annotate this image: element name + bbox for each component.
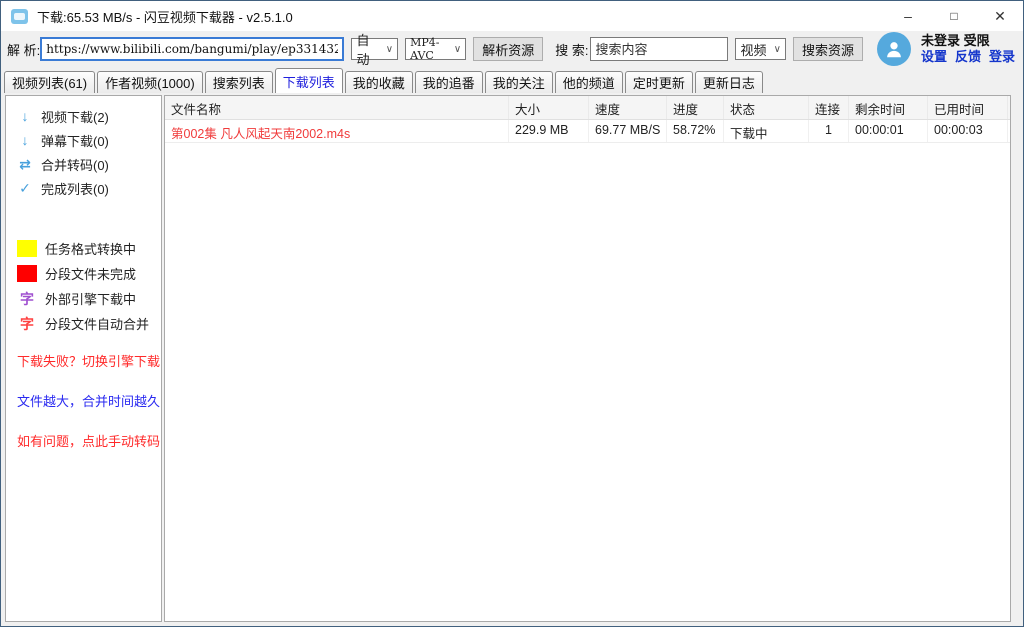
window-title: 下载:65.53 MB/s - 闪豆视频下载器 - v2.5.1.0: [37, 7, 293, 26]
sidebar-item-merge-transcode[interactable]: ⇄ 合并转码(0): [6, 152, 161, 176]
download-list-panel: 文件名称 大小 速度 进度 状态 连接 剩余时间 已用时间 第002集 凡人风起…: [164, 95, 1011, 622]
app-icon: [11, 9, 28, 24]
sidebar-item-label: 弹幕下载(0): [41, 131, 109, 150]
chevron-down-icon: ∨: [386, 44, 393, 55]
purple-char-swatch: 字: [17, 289, 37, 309]
tab-my-follows[interactable]: 我的关注: [485, 71, 553, 93]
chevron-down-icon: ∨: [774, 44, 781, 55]
search-type-value: 视频: [740, 40, 766, 59]
mode-select-value: 自动: [356, 30, 381, 68]
close-button[interactable]: ✕: [977, 1, 1023, 31]
settings-link[interactable]: 设置: [921, 49, 947, 64]
search-type-select[interactable]: 视频 ∨: [735, 38, 786, 60]
legend-item-converting: 任务格式转换中: [6, 236, 161, 261]
user-avatar[interactable]: [877, 32, 911, 66]
parse-resource-button[interactable]: 解析资源: [473, 37, 543, 61]
chevron-down-icon: ∨: [454, 44, 461, 55]
account-area: 未登录 受限 设置反馈登录: [921, 33, 1023, 65]
check-icon: ✓: [17, 180, 33, 197]
sidebar-nav: ↓ 视频下载(2) ↓ 弹幕下载(0) ⇄ 合并转码(0) ✓ 完成列表(0): [6, 104, 161, 200]
column-header-size[interactable]: 大小: [509, 96, 589, 119]
toolbar: 解 析: 自动 ∨ MP4-AVC ∨ 解析资源 搜 索: 视频 ∨ 搜索资源 …: [1, 31, 1023, 67]
cell-speed: 69.77 MB/S: [589, 120, 667, 142]
sidebar-item-label: 完成列表(0): [41, 179, 109, 198]
search-input[interactable]: [590, 37, 728, 61]
download-icon: ↓: [17, 132, 33, 148]
tab-bar: 视频列表(61) 作者视频(1000) 搜索列表 下载列表 我的收藏 我的追番 …: [1, 67, 1023, 93]
note-switch-engine[interactable]: 下载失败？切换引擎下载: [17, 354, 161, 370]
cell-progress: 58.72%: [667, 120, 724, 142]
download-icon: ↓: [17, 108, 33, 124]
login-link[interactable]: 登录: [989, 49, 1015, 64]
tab-his-channel[interactable]: 他的频道: [555, 71, 623, 93]
cell-filename: 第002集 凡人风起天南2002.m4s: [165, 120, 509, 142]
column-header-remaining-time[interactable]: 剩余时间: [849, 96, 928, 119]
tab-scheduled-update[interactable]: 定时更新: [625, 71, 693, 93]
person-icon: [883, 38, 905, 60]
format-select[interactable]: MP4-AVC ∨: [405, 38, 466, 60]
sidebar-item-label: 视频下载(2): [41, 107, 109, 126]
red-swatch: [17, 265, 37, 282]
legend-item-auto-merge: 字 分段文件自动合并: [6, 311, 161, 336]
column-header-connections[interactable]: 连接: [809, 96, 849, 119]
yellow-swatch: [17, 240, 37, 257]
tab-download-list[interactable]: 下载列表: [275, 68, 343, 93]
minimize-button[interactable]: –: [885, 1, 931, 31]
close-icon: ✕: [994, 8, 1006, 25]
tab-changelog[interactable]: 更新日志: [695, 71, 763, 93]
login-status: 未登录 受限: [921, 33, 1023, 49]
format-select-value: MP4-AVC: [410, 36, 450, 62]
tab-author-videos[interactable]: 作者视频(1000): [97, 71, 203, 93]
search-resource-button[interactable]: 搜索资源: [793, 37, 863, 61]
note-manual-transcode[interactable]: 如有问题，点此手动转码: [17, 434, 161, 450]
mode-select[interactable]: 自动 ∨: [351, 38, 398, 60]
feedback-link[interactable]: 反馈: [955, 49, 981, 64]
sidebar-item-danmaku-download[interactable]: ↓ 弹幕下载(0): [6, 128, 161, 152]
sidebar-item-label: 合并转码(0): [41, 155, 109, 174]
cell-status: 下载中: [724, 120, 809, 142]
legend-label: 分段文件未完成: [45, 264, 136, 283]
column-header-speed[interactable]: 速度: [589, 96, 667, 119]
title-bar: 下载:65.53 MB/s - 闪豆视频下载器 - v2.5.1.0 – □ ✕: [1, 1, 1023, 31]
column-header-progress[interactable]: 进度: [667, 96, 724, 119]
table-row[interactable]: 第002集 凡人风起天南2002.m4s 229.9 MB 69.77 MB/S…: [165, 120, 1010, 143]
column-header-elapsed-time[interactable]: 已用时间: [928, 96, 1008, 119]
sidebar-notes: 下载失败？切换引擎下载 文件越大，合并时间越久 如有问题，点此手动转码: [6, 354, 161, 474]
maximize-icon: □: [950, 9, 957, 23]
parse-label: 解 析:: [7, 40, 40, 59]
minimize-icon: –: [904, 8, 912, 24]
column-header-status[interactable]: 状态: [724, 96, 809, 119]
tab-video-list[interactable]: 视频列表(61): [4, 71, 95, 93]
table-header: 文件名称 大小 速度 进度 状态 连接 剩余时间 已用时间: [165, 96, 1010, 120]
legend-item-segment-incomplete: 分段文件未完成: [6, 261, 161, 286]
legend-label: 外部引擎下载中: [45, 289, 136, 308]
column-header-filename[interactable]: 文件名称: [165, 96, 509, 119]
cell-size: 229.9 MB: [509, 120, 589, 142]
legend-label: 任务格式转换中: [45, 239, 136, 258]
tab-search-list[interactable]: 搜索列表: [205, 71, 273, 93]
maximize-button[interactable]: □: [931, 1, 977, 31]
legend-label: 分段文件自动合并: [45, 314, 149, 333]
status-legend: 任务格式转换中 分段文件未完成 字 外部引擎下载中 字 分段文件自动合并: [6, 236, 161, 336]
cell-elapsed-time: 00:00:03: [928, 120, 1008, 142]
url-input[interactable]: [40, 37, 344, 61]
search-label: 搜 索:: [555, 40, 588, 59]
tab-my-favorites[interactable]: 我的收藏: [345, 71, 413, 93]
cell-remaining-time: 00:00:01: [849, 120, 928, 142]
sidebar-item-completed-list[interactable]: ✓ 完成列表(0): [6, 176, 161, 200]
tab-my-bangumi[interactable]: 我的追番: [415, 71, 483, 93]
note-merge-time: 文件越大，合并时间越久: [17, 394, 161, 410]
cell-connections: 1: [809, 120, 849, 142]
app-window: 下载:65.53 MB/s - 闪豆视频下载器 - v2.5.1.0 – □ ✕…: [0, 0, 1024, 627]
legend-item-external-engine: 字 外部引擎下载中: [6, 286, 161, 311]
sidebar-item-video-download[interactable]: ↓ 视频下载(2): [6, 104, 161, 128]
transfer-icon: ⇄: [17, 156, 33, 173]
sidebar: ↓ 视频下载(2) ↓ 弹幕下载(0) ⇄ 合并转码(0) ✓ 完成列表(0) …: [5, 95, 162, 622]
red-char-swatch: 字: [17, 314, 37, 334]
window-controls: – □ ✕: [885, 1, 1023, 31]
